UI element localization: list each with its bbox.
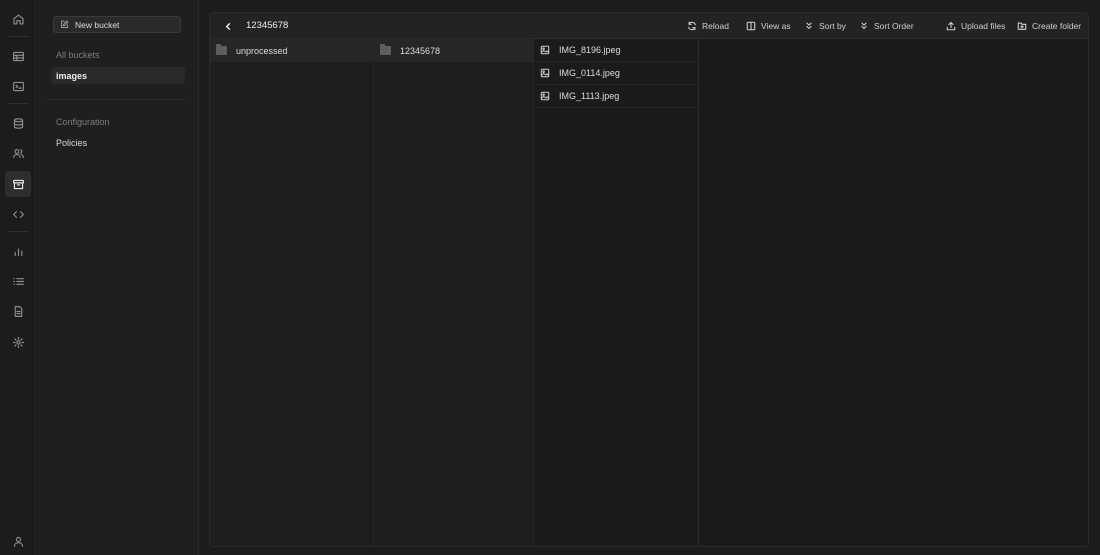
- folder-column-2: 12345678: [374, 39, 534, 546]
- nav-api-docs[interactable]: [5, 298, 31, 324]
- sort-by-button[interactable]: Sort by: [804, 20, 846, 32]
- nav-settings[interactable]: [5, 329, 31, 355]
- icon-rail: [0, 0, 36, 555]
- sort-order-button[interactable]: Sort Order: [859, 20, 914, 32]
- folder-plus-icon: [1017, 22, 1027, 30]
- profile-icon: [13, 536, 23, 547]
- bucket-item-label: images: [56, 70, 88, 81]
- back-button[interactable]: [222, 20, 234, 32]
- image-icon: [540, 68, 550, 78]
- reload-button[interactable]: Reload: [687, 20, 729, 32]
- nav-home[interactable]: [5, 6, 31, 32]
- new-bucket-button[interactable]: New bucket: [53, 16, 181, 33]
- file-name: IMG_8196.jpeg: [559, 45, 621, 55]
- folder-name: 12345678: [400, 45, 441, 56]
- file-item[interactable]: IMG_8196.jpeg: [534, 39, 698, 62]
- nav-sql-editor[interactable]: [5, 73, 31, 99]
- folder-icon: [216, 44, 227, 55]
- explorer-columns: unprocessed 12345678 IMG_8196.jpeg IMG_0…: [210, 39, 1088, 546]
- settings-icon: [12, 336, 24, 348]
- configuration-heading: Configuration: [56, 117, 110, 127]
- terminal-icon: [12, 81, 24, 91]
- reload-label: Reload: [702, 21, 729, 31]
- edit-icon: [61, 20, 69, 28]
- database-icon: [13, 117, 23, 129]
- file-explorer: 12345678 Reload View as Sort by Sort Ord…: [209, 12, 1089, 547]
- view-as-label: View as: [761, 21, 791, 31]
- code-icon: [12, 210, 24, 218]
- config-item-policies[interactable]: Policies: [51, 134, 185, 151]
- nav-database[interactable]: [5, 110, 31, 136]
- file-item[interactable]: IMG_1113.jpeg: [534, 85, 698, 108]
- file-name: IMG_1113.jpeg: [559, 91, 620, 101]
- logs-icon: [12, 277, 24, 285]
- table-icon: [12, 51, 24, 61]
- folder-column-1: unprocessed: [210, 39, 374, 546]
- columns-icon: [746, 21, 756, 31]
- upload-files-button[interactable]: Upload files: [946, 20, 1005, 32]
- nav-reports[interactable]: [5, 238, 31, 264]
- image-icon: [540, 45, 550, 55]
- nav-auth[interactable]: [5, 140, 31, 166]
- home-icon: [12, 13, 24, 25]
- sort-by-label: Sort by: [819, 21, 846, 31]
- folder-item-12345678[interactable]: 12345678: [374, 39, 533, 62]
- file-item[interactable]: IMG_0114.jpeg: [534, 62, 698, 85]
- all-buckets-heading: All buckets: [56, 50, 100, 60]
- folder-item-unprocessed[interactable]: unprocessed: [210, 39, 373, 62]
- divider: [47, 99, 185, 100]
- nav-storage[interactable]: [5, 171, 31, 197]
- create-folder-button[interactable]: Create folder: [1017, 20, 1081, 32]
- explorer-toolbar: 12345678 Reload View as Sort by Sort Ord…: [210, 13, 1088, 39]
- storage-sidebar: New bucket All buckets images Configurat…: [37, 0, 199, 555]
- chevrons-down-icon: [806, 22, 812, 30]
- upload-icon: [946, 21, 956, 31]
- sort-order-label: Sort Order: [874, 21, 914, 31]
- storage-icon: [12, 179, 24, 189]
- nav-profile[interactable]: [5, 528, 31, 554]
- reports-icon: [14, 247, 22, 256]
- new-bucket-label: New bucket: [75, 19, 120, 30]
- folder-name: unprocessed: [236, 45, 288, 56]
- preview-pane: [699, 39, 1088, 546]
- view-as-button[interactable]: View as: [746, 20, 791, 32]
- docs-icon: [14, 305, 22, 317]
- bucket-item-images[interactable]: images: [51, 67, 185, 84]
- file-column: IMG_8196.jpeg IMG_0114.jpeg IMG_1113.jpe…: [534, 39, 699, 546]
- config-item-label: Policies: [56, 137, 88, 148]
- create-folder-label: Create folder: [1032, 21, 1082, 31]
- breadcrumb: 12345678: [246, 20, 289, 31]
- image-icon: [540, 91, 550, 101]
- nav-table-editor[interactable]: [5, 43, 31, 69]
- chevron-left-icon: [225, 22, 230, 30]
- chevrons-down-icon: [861, 22, 867, 30]
- users-icon: [12, 148, 24, 158]
- folder-icon: [380, 44, 391, 55]
- refresh-icon: [688, 21, 696, 31]
- upload-files-label: Upload files: [961, 21, 1006, 31]
- file-name: IMG_0114.jpeg: [559, 68, 620, 78]
- nav-edge-functions[interactable]: [5, 201, 31, 227]
- nav-logs[interactable]: [5, 268, 31, 294]
